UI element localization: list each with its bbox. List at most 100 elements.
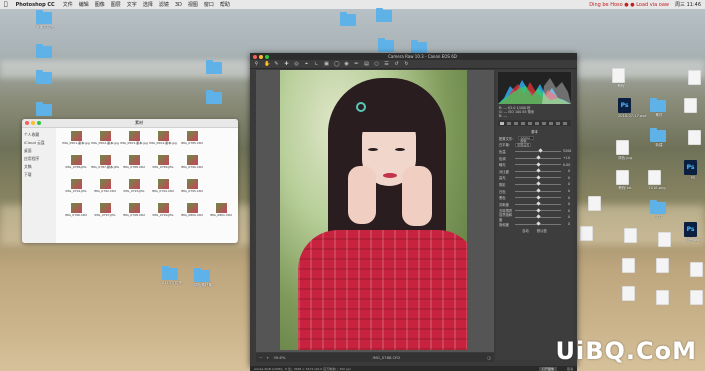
file-thumbnail[interactable]: IMG_0798.CR2 bbox=[120, 202, 148, 225]
zoom-tool-icon[interactable]: ⚲ bbox=[254, 61, 259, 67]
slider-track[interactable] bbox=[515, 181, 561, 187]
file-thumbnail[interactable]: IMG_0796.CR2 bbox=[62, 202, 90, 225]
desktop-folder[interactable] bbox=[376, 8, 394, 22]
workflow-options-link[interactable]: Adobe RGB (1998)；8 位；3648 × 5472 (20.0 百… bbox=[254, 367, 351, 371]
slider-handle[interactable] bbox=[535, 168, 541, 173]
slider-handle[interactable] bbox=[535, 208, 541, 213]
slider-handle[interactable] bbox=[535, 201, 541, 206]
desktop-folder[interactable]: 调色素材集 bbox=[194, 268, 212, 288]
straighten-tool-icon[interactable]: ∟ bbox=[314, 61, 319, 67]
menu-item[interactable]: 视图 bbox=[188, 2, 198, 8]
target-adjust-icon[interactable]: ◎ bbox=[294, 61, 299, 67]
slider-track[interactable] bbox=[515, 214, 561, 220]
zoom-in-icon[interactable]: + bbox=[266, 355, 269, 360]
desktop-folder[interactable] bbox=[206, 90, 224, 104]
slider-handle[interactable] bbox=[536, 155, 542, 160]
slider-value[interactable]: 0 bbox=[563, 176, 570, 180]
file-thumbnail[interactable]: IMG_0791.JPG bbox=[62, 178, 90, 201]
desktop-file[interactable] bbox=[688, 70, 705, 85]
cancel-button[interactable]: 取消 bbox=[567, 367, 573, 371]
slider-track[interactable] bbox=[515, 208, 561, 213]
desktop-folder[interactable] bbox=[340, 12, 358, 26]
slider-track[interactable] bbox=[515, 155, 561, 160]
slider-handle[interactable] bbox=[535, 181, 541, 187]
tab-snapshots[interactable] bbox=[563, 121, 567, 125]
red-eye-icon[interactable]: ◉ bbox=[344, 61, 349, 67]
desktop-file[interactable] bbox=[688, 130, 705, 145]
slider-handle[interactable] bbox=[535, 221, 541, 226]
white-balance-select[interactable]: 原照设置 bbox=[515, 142, 532, 147]
file-thumbnail[interactable]: IMG_0786.JPG bbox=[62, 154, 90, 177]
desktop-file[interactable] bbox=[690, 290, 705, 305]
desktop-file[interactable]: 素材 bbox=[650, 98, 668, 118]
menu-item[interactable]: 编辑 bbox=[79, 2, 89, 8]
desktop-file[interactable]: 2018.png bbox=[648, 170, 666, 190]
menu-item[interactable]: 窗口 bbox=[204, 2, 214, 8]
desktop-file[interactable]: Ps 2018-07-17.psd bbox=[618, 98, 646, 118]
desktop-folder[interactable]: 0413文件夹 bbox=[162, 266, 182, 286]
desktop-file[interactable] bbox=[622, 286, 640, 301]
file-thumbnail[interactable]: IMG_0790.CR2 bbox=[178, 154, 206, 177]
menu-item[interactable]: 文件 bbox=[63, 2, 73, 8]
zoom-icon[interactable] bbox=[37, 121, 41, 125]
menu-app-name[interactable]: Photoshop CC bbox=[16, 2, 55, 8]
default-button[interactable]: 默认值 bbox=[537, 228, 547, 233]
slider-value[interactable]: 0 bbox=[563, 222, 570, 226]
file-thumbnail[interactable]: IMG_0801.CR2 bbox=[207, 202, 235, 225]
finder-sidebar-item[interactable]: 桌面 bbox=[24, 147, 54, 155]
slider-handle[interactable] bbox=[535, 162, 541, 167]
file-thumbnail[interactable]: IMG_0501-副本.jpg bbox=[62, 130, 90, 153]
slider-track[interactable] bbox=[515, 195, 561, 200]
file-thumbnail[interactable]: IMG_0787-副本.JPG bbox=[91, 154, 119, 177]
menu-item[interactable]: 3D bbox=[175, 2, 182, 8]
slider-track[interactable] bbox=[515, 201, 561, 206]
finder-sidebar-item[interactable]: 文稿 bbox=[24, 163, 54, 171]
menu-item[interactable]: 滤镜 bbox=[159, 2, 169, 8]
slider-value[interactable]: 0 bbox=[563, 196, 570, 200]
slider-value[interactable]: 0 bbox=[563, 189, 570, 193]
slider-track[interactable] bbox=[515, 162, 561, 167]
transform-tool-icon[interactable]: ▣ bbox=[324, 61, 329, 67]
slider-track[interactable] bbox=[515, 168, 561, 173]
desktop-folder[interactable]: 新建文件夹 bbox=[36, 10, 54, 30]
before-after-icon[interactable]: ◫ bbox=[487, 355, 491, 360]
close-icon[interactable] bbox=[25, 121, 29, 125]
finder-sidebar-item[interactable]: iCloud 云盘 bbox=[24, 139, 54, 147]
desktop-folder[interactable] bbox=[378, 38, 396, 52]
file-thumbnail[interactable]: IMG_0503-副本.jpg bbox=[120, 130, 148, 153]
close-icon[interactable] bbox=[253, 54, 257, 59]
desktop-file[interactable] bbox=[684, 98, 702, 113]
desktop-file[interactable]: 教程.txt bbox=[616, 170, 634, 191]
desktop-file[interactable] bbox=[690, 262, 705, 277]
apple-menu-icon[interactable]:  bbox=[4, 1, 8, 8]
slider-track[interactable] bbox=[515, 188, 561, 193]
adjustment-brush-icon[interactable]: ✏ bbox=[354, 61, 359, 67]
slider-track[interactable] bbox=[515, 148, 561, 154]
tab-calibration[interactable] bbox=[549, 121, 553, 125]
desktop-file[interactable]: Ps 封面.psd bbox=[684, 222, 702, 243]
slider-track[interactable] bbox=[515, 175, 561, 180]
tab-lens[interactable] bbox=[535, 121, 539, 125]
file-thumbnail[interactable]: IMG_0795.CR2 bbox=[178, 178, 206, 201]
menu-item[interactable]: 图像 bbox=[95, 2, 105, 8]
menu-item[interactable]: 文字 bbox=[127, 2, 137, 8]
rotate-left-icon[interactable]: ↺ bbox=[394, 61, 399, 67]
tab-tone-curve[interactable] bbox=[507, 121, 511, 125]
slider-value[interactable]: 0 bbox=[563, 209, 570, 213]
desktop-folder[interactable] bbox=[36, 44, 54, 59]
file-thumbnail[interactable]: IMG_0502-副本.jpg bbox=[91, 130, 119, 153]
desktop-file[interactable] bbox=[624, 228, 642, 243]
preferences-icon[interactable]: ☰ bbox=[384, 61, 389, 67]
desktop-file[interactable]: 文件 bbox=[650, 200, 668, 220]
file-thumbnail[interactable]: IMG_0799.JPG bbox=[149, 202, 177, 225]
slider-value[interactable]: 0 bbox=[563, 202, 570, 206]
tab-effects[interactable] bbox=[542, 121, 546, 125]
file-thumbnail[interactable]: IMG_0792.CR2 bbox=[91, 178, 119, 201]
tab-split-toning[interactable] bbox=[528, 121, 532, 125]
profile-select[interactable]: Adobe 颜色 bbox=[518, 136, 535, 143]
desktop-file[interactable] bbox=[580, 226, 598, 241]
tab-detail[interactable] bbox=[514, 121, 518, 125]
graduated-filter-icon[interactable]: ▤ bbox=[364, 61, 369, 67]
zoom-level[interactable]: 39.6% bbox=[273, 355, 285, 360]
radial-filter-icon[interactable]: ○ bbox=[374, 61, 379, 67]
